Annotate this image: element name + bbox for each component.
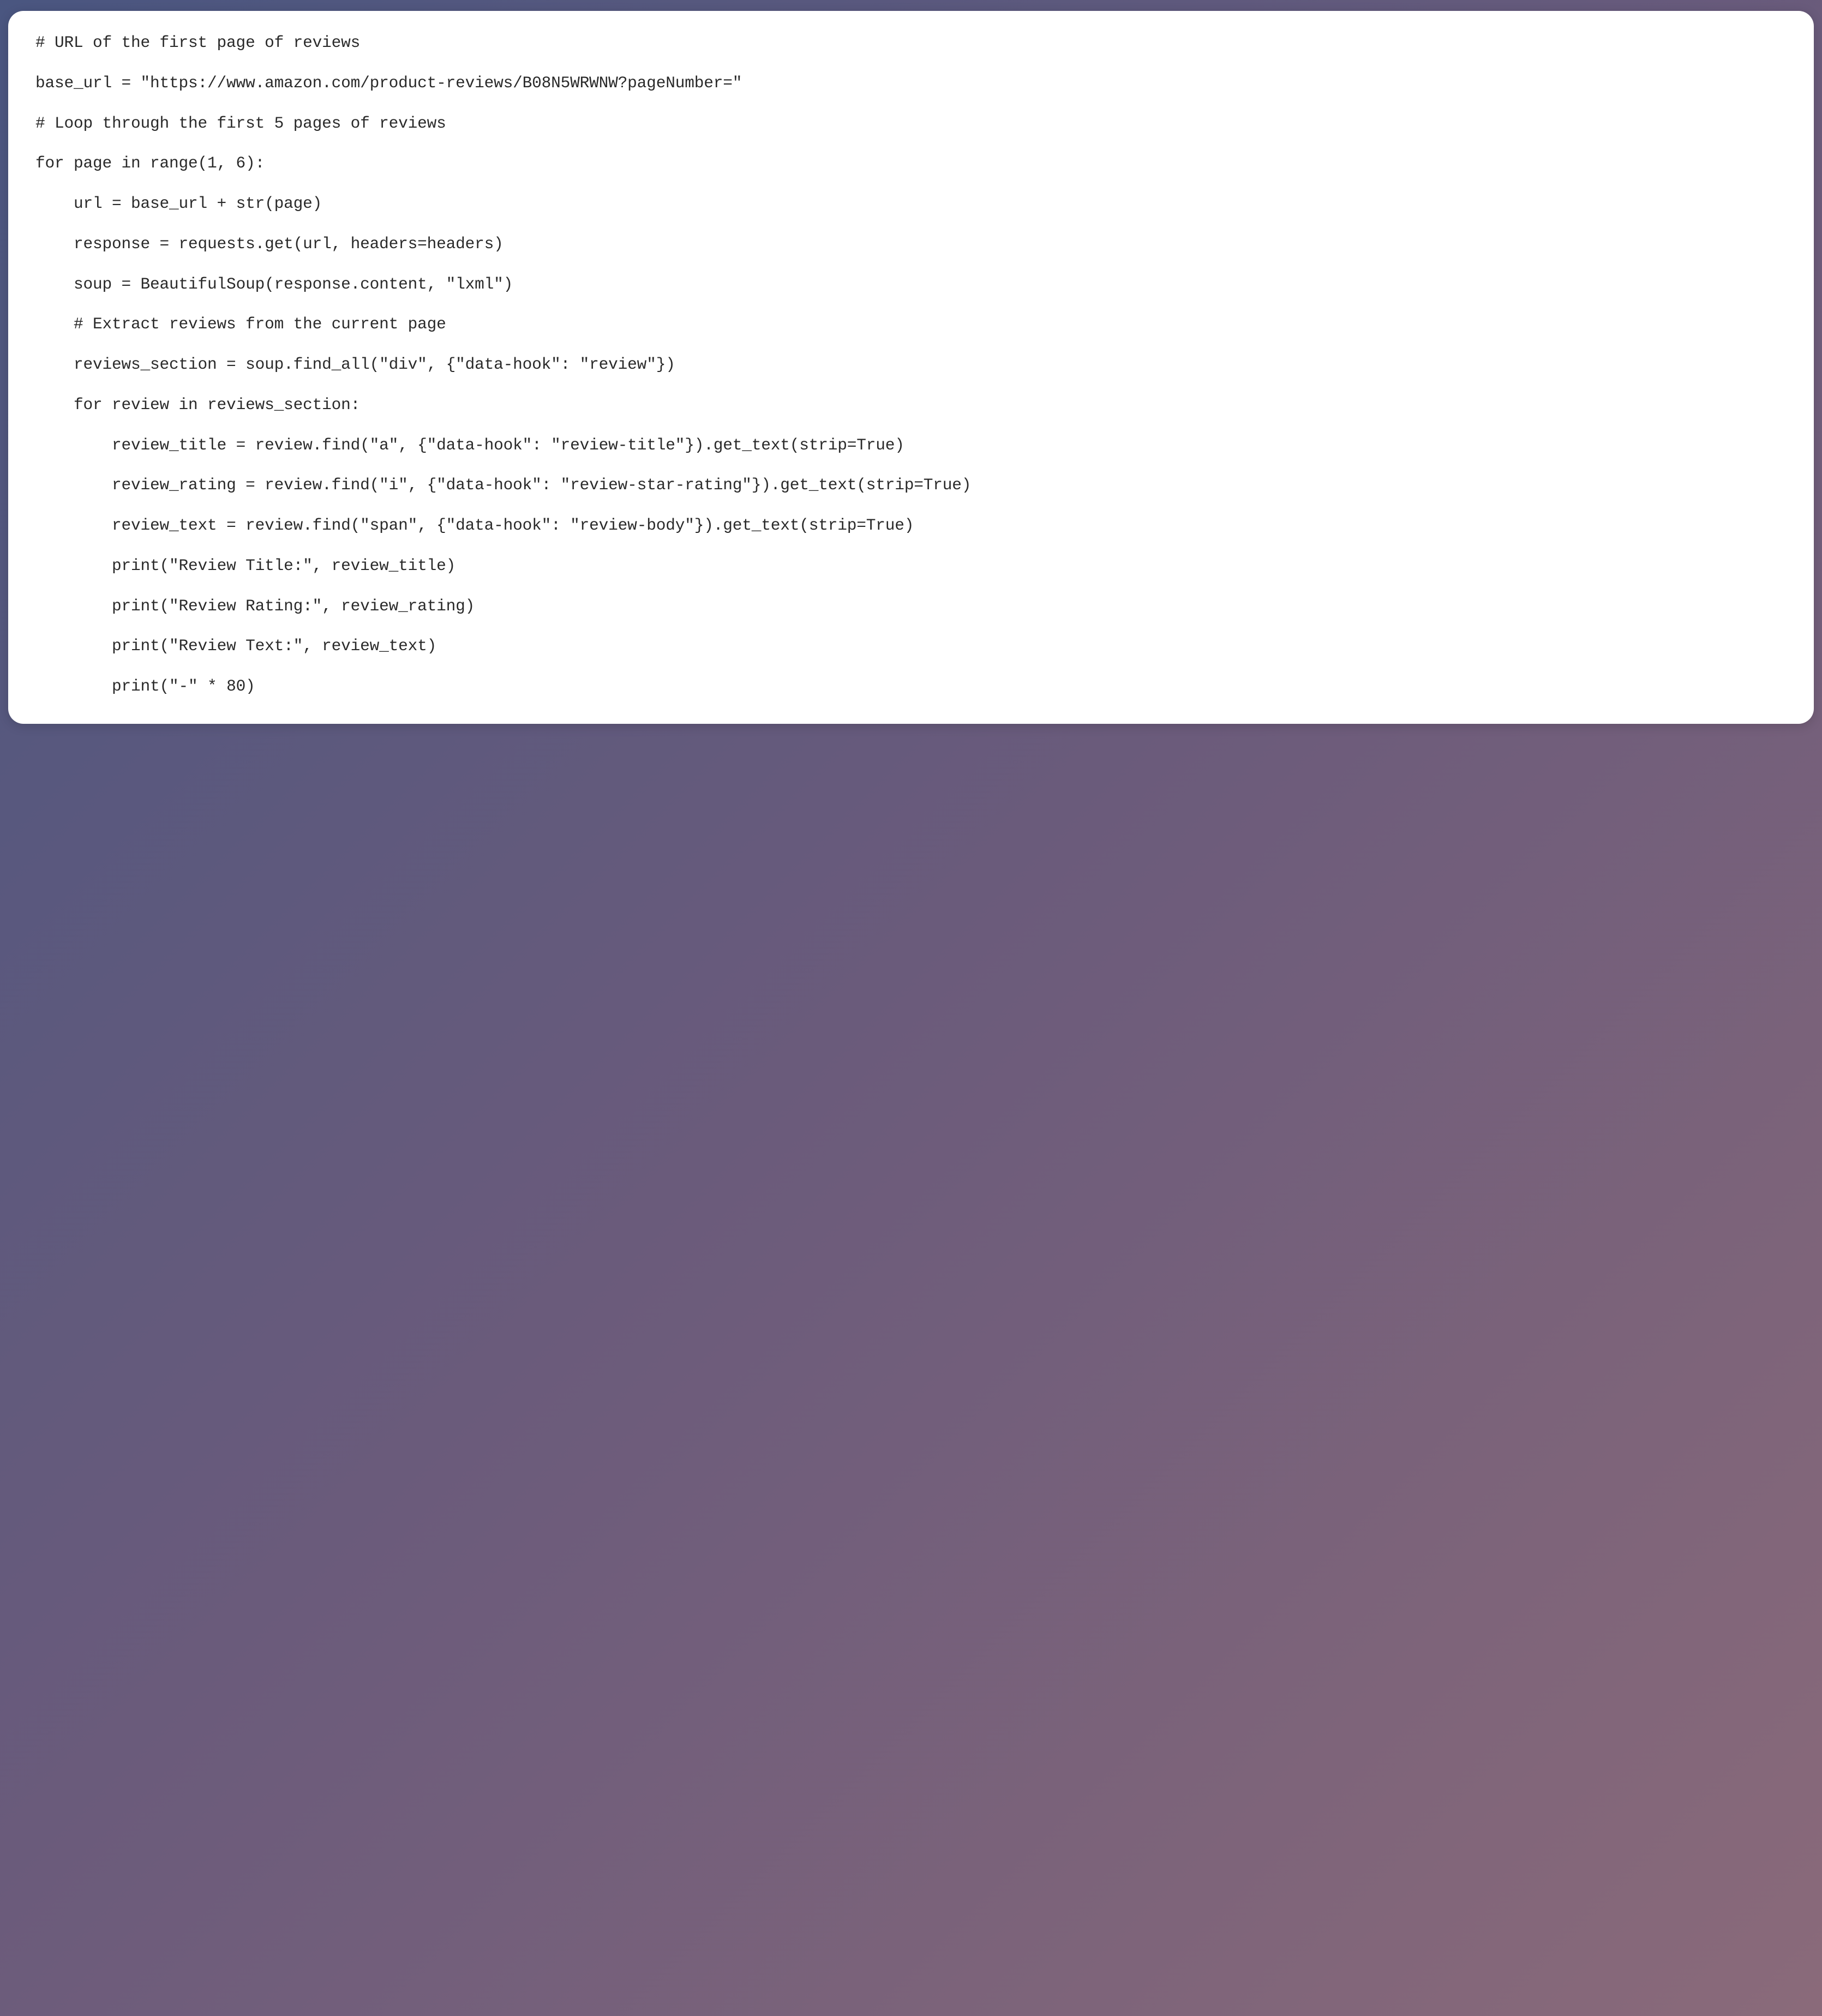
code-block: # URL of the first page of reviews base_… bbox=[35, 33, 1787, 697]
code-container: # URL of the first page of reviews base_… bbox=[8, 11, 1814, 724]
